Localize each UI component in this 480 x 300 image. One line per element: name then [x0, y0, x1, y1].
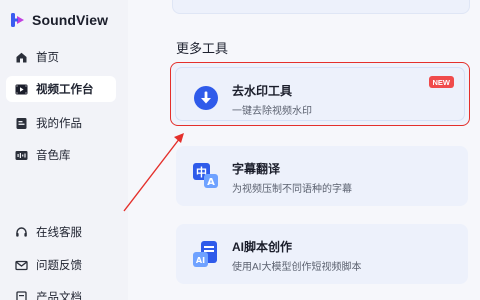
sidebar-item-product-docs[interactable]: 产品文档	[6, 284, 116, 300]
sidebar: SoundView 首页 视频工作台 我的作品 音色库 在线客服 问题反馈 产品…	[0, 0, 128, 300]
sidebar-item-label: 问题反馈	[36, 260, 82, 272]
translate-icon: 中 A	[192, 162, 220, 190]
tool-title: 去水印工具	[232, 84, 293, 98]
sidebar-item-home[interactable]: 首页	[6, 44, 116, 70]
sidebar-item-online-support[interactable]: 在线客服	[6, 219, 116, 245]
headset-icon	[14, 225, 28, 239]
tool-subtitle: 为视频压制不同语种的字幕	[232, 184, 352, 195]
sidebar-item-label: 在线客服	[36, 227, 82, 239]
main-content: 更多工具 去水印工具 一键去除视频水印 NEW 中 A 字幕翻译 为视频压制不同…	[128, 0, 480, 300]
new-badge: NEW	[428, 76, 454, 88]
tool-subtitle: 一键去除视频水印	[232, 106, 312, 117]
section-title: 更多工具	[176, 41, 229, 56]
mail-icon	[14, 258, 28, 272]
app-logo[interactable]: SoundView	[10, 10, 108, 30]
voice-library-icon	[14, 148, 28, 162]
tool-title: AI脚本创作	[232, 240, 293, 254]
works-icon	[14, 116, 28, 130]
soundview-logo-icon	[10, 12, 26, 28]
sidebar-item-my-works[interactable]: 我的作品	[6, 110, 116, 136]
video-workbench-icon	[14, 82, 28, 96]
sidebar-item-feedback[interactable]: 问题反馈	[6, 252, 116, 278]
tool-card-body: 去水印工具 一键去除视频水印 NEW	[175, 67, 465, 121]
svg-text:AI: AI	[196, 256, 205, 265]
app-name: SoundView	[32, 12, 109, 28]
tool-title: 字幕翻译	[232, 162, 281, 176]
sidebar-item-label: 产品文档	[36, 292, 82, 300]
download-circle-icon	[192, 84, 220, 112]
svg-text:A: A	[207, 177, 215, 188]
sidebar-item-label: 视频工作台	[36, 84, 94, 96]
sidebar-item-label: 音色库	[36, 150, 71, 162]
document-icon	[14, 290, 28, 300]
ai-script-icon: AI	[192, 240, 220, 268]
sidebar-item-label: 我的作品	[36, 118, 82, 130]
home-icon	[14, 50, 28, 64]
sidebar-item-video-workbench[interactable]: 视频工作台	[6, 76, 116, 102]
tool-card-ai-script[interactable]: AI AI脚本创作 使用AI大模型创作短视频脚本	[176, 224, 468, 284]
sidebar-item-label: 首页	[36, 52, 59, 64]
previous-card[interactable]	[172, 0, 470, 14]
sidebar-item-voice-library[interactable]: 音色库	[6, 142, 116, 168]
tool-subtitle: 使用AI大模型创作短视频脚本	[232, 262, 362, 273]
tool-card-watermark-remover[interactable]: 去水印工具 一键去除视频水印 NEW	[170, 62, 470, 126]
tool-card-subtitle-translation[interactable]: 中 A 字幕翻译 为视频压制不同语种的字幕	[176, 146, 468, 206]
